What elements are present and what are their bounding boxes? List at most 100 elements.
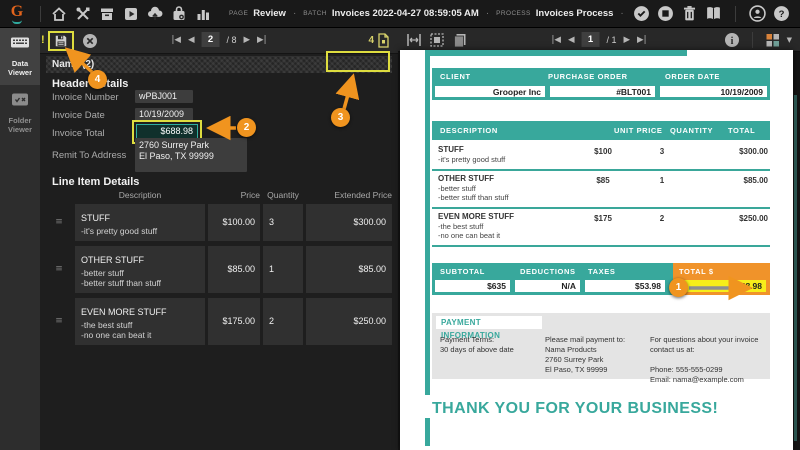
batch-label: BATCH [303, 10, 327, 17]
sidebar-item-label: Data Viewer [7, 59, 33, 77]
mail-payment-address: Please mail payment to: Nama Products 27… [545, 335, 626, 374]
table-row: ≡ STUFF -it's pretty good stuff $100.00 3… [46, 204, 392, 241]
folder-check-icon [10, 92, 30, 107]
cell-extended-price[interactable]: $250.00 [306, 297, 392, 345]
subtotal-value: $635 [435, 280, 510, 292]
bag-gear-icon[interactable] [171, 5, 187, 22]
document-viewer-toolbar: |◀ ◀ 1 / 1 ▶ ▶| i ▼ [398, 28, 800, 52]
next-page-button[interactable]: ▶ [624, 35, 631, 45]
item-total: $85.00 [743, 175, 768, 185]
user-icon[interactable] [749, 5, 766, 22]
callout-badge-2: 2 [237, 118, 256, 137]
book-icon[interactable] [705, 5, 722, 22]
client-label: CLIENT [440, 72, 471, 81]
payment-title-box: PAYMENT INFORMATION [436, 316, 542, 340]
invoice-total-field[interactable]: $688.98 [136, 124, 198, 139]
row-grip-icon[interactable]: ≡ [46, 298, 72, 345]
invoice-number-field[interactable]: wPBJ001 [135, 90, 193, 103]
invoice-date-label: Invoice Date [52, 110, 105, 121]
invoice-document-page: CLIENT PURCHASE ORDER ORDER DATE Grooper… [400, 50, 793, 450]
archive-box-icon[interactable] [99, 6, 115, 22]
cell-extended-price[interactable]: $85.00 [306, 245, 392, 293]
first-page-button[interactable]: |◀ [172, 35, 181, 45]
item-unit-price: $100 [594, 147, 612, 156]
last-page-button[interactable]: ▶| [637, 35, 646, 45]
invoice-number-label: Invoice Number [52, 92, 119, 103]
svg-text:?: ? [779, 9, 785, 20]
page-value[interactable]: Review [253, 8, 286, 19]
line-items-table: Description Price Quantity Extended Pric… [46, 190, 392, 350]
invoice-row: OTHER STUFF -better stuff -better stuff t… [432, 171, 770, 209]
select-region-icon[interactable] [429, 32, 445, 48]
cancel-icon[interactable] [82, 33, 98, 49]
vertical-scrollbar[interactable] [794, 95, 797, 441]
item-notes: -better stuff -better stuff than stuff [81, 267, 162, 289]
page-count-label: / 8 [226, 34, 237, 45]
remit-address-field[interactable]: 2760 Surrey Park El Paso, TX 99999 [135, 138, 247, 172]
invoice-row: STUFF -it's pretty good stuff $100 3 $300… [432, 142, 770, 171]
cell-price[interactable]: $175.00 [208, 297, 260, 345]
prev-page-button[interactable]: ◀ [568, 35, 575, 45]
home-icon[interactable] [51, 6, 67, 22]
help-icon[interactable]: ? [773, 5, 790, 22]
cell-extended-price[interactable]: $300.00 [306, 204, 392, 241]
order-date-value: 10/19/2009 [660, 86, 767, 97]
item-unit-price: $175 [594, 213, 612, 223]
page-icon[interactable] [377, 33, 390, 48]
current-page-input[interactable]: 1 [581, 32, 600, 47]
table-header-row: Description Price Quantity Extended Pric… [46, 190, 392, 200]
contact-info: For questions about your invoice contact… [650, 335, 759, 384]
callout-badge-3: 3 [331, 108, 350, 127]
chevron-down-icon[interactable]: ▼ [787, 36, 792, 44]
item-notes: -the best stuff -no one can beat it [81, 319, 152, 341]
crumb-dot: · [292, 8, 297, 19]
page-badge-count: 4 [368, 35, 374, 46]
row-grip-icon[interactable]: ≡ [46, 204, 72, 241]
data-viewer-panel: ! |◀ ◀ 2 / 8 ▶ ▶| 4 Nama (2) Header Deta… [40, 28, 398, 450]
cell-description[interactable]: OTHER STUFF -better stuff -better stuff t… [75, 245, 205, 293]
col-price: Price [240, 190, 260, 200]
batch-value[interactable]: Invoices 2022-04-27 08:59:05 AM [332, 8, 479, 19]
tools-icon[interactable] [75, 6, 91, 22]
cell-description[interactable]: STUFF -it's pretty good stuff [75, 204, 205, 241]
prev-page-button[interactable]: ◀ [188, 35, 195, 45]
callout-badge-4: 4 [88, 70, 107, 89]
current-page-input[interactable]: 2 [201, 32, 220, 47]
deductions-value: N/A [515, 280, 580, 292]
col-total: TOTAL [728, 126, 756, 135]
last-page-button[interactable]: ▶| [257, 35, 266, 45]
page-badge: 4 [368, 33, 390, 48]
grooper-logo[interactable]: G [0, 3, 34, 24]
sidebar-item-folder-viewer[interactable]: Folder Viewer [0, 85, 40, 142]
pages-icon[interactable] [452, 32, 468, 48]
play-box-icon[interactable] [123, 6, 139, 22]
cell-quantity[interactable]: 1 [263, 245, 303, 293]
process-value[interactable]: Invoices Process [536, 8, 614, 19]
first-page-button[interactable]: |◀ [552, 35, 561, 45]
cell-description[interactable]: EVEN MORE STUFF -the best stuff -no one c… [75, 297, 205, 345]
info-icon[interactable]: i [724, 32, 740, 48]
row-grip-icon[interactable]: ≡ [46, 246, 72, 293]
cell-quantity[interactable]: 2 [263, 297, 303, 345]
col-unit-price: UNIT PRICE [614, 126, 663, 135]
bar-chart-icon[interactable] [195, 6, 211, 22]
save-icon[interactable] [54, 34, 68, 48]
item-title: EVEN MORE STUFF [438, 211, 515, 221]
cell-price[interactable]: $100.00 [208, 204, 260, 241]
document-viewer-panel: |◀ ◀ 1 / 1 ▶ ▶| i ▼ CLIENT PURCHASE ORDE… [398, 28, 800, 450]
cell-price[interactable]: $85.00 [208, 245, 260, 293]
invoice-table-rows: STUFF -it's pretty good stuff $100 3 $300… [432, 142, 770, 247]
next-page-button[interactable]: ▶ [244, 35, 251, 45]
stop-icon[interactable] [657, 5, 674, 22]
document-pager: |◀ ◀ 2 / 8 ▶ ▶| [172, 32, 266, 47]
col-description: Description [118, 190, 162, 200]
cell-quantity[interactable]: 3 [263, 204, 303, 241]
view-options-icon[interactable] [765, 32, 781, 48]
fit-width-icon[interactable] [406, 32, 422, 48]
crumb-dot: · [485, 8, 490, 19]
sidebar-item-data-viewer[interactable]: Data Viewer [0, 28, 40, 85]
upload-cloud-icon[interactable] [147, 6, 163, 22]
approve-badge-icon[interactable] [633, 5, 650, 22]
trash-icon[interactable] [681, 5, 698, 22]
col-quantity: Quantity [267, 190, 299, 200]
